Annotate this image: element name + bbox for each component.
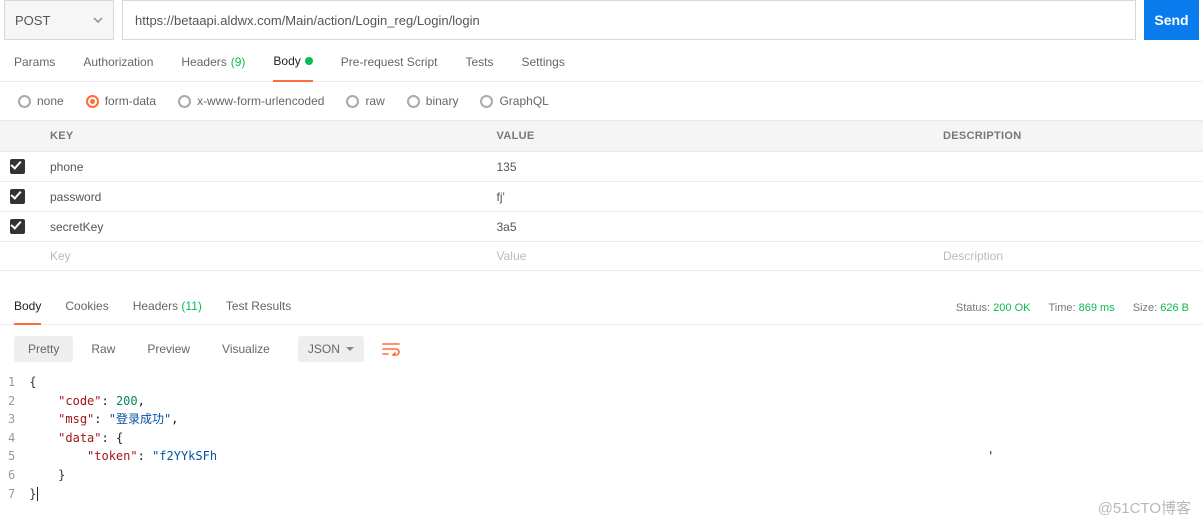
checkbox-icon[interactable]: [10, 219, 25, 234]
cell-desc[interactable]: [933, 182, 1203, 211]
chevron-down-icon: [93, 17, 103, 23]
checkbox-icon[interactable]: [10, 189, 25, 204]
radio-graphql[interactable]: GraphQL: [480, 94, 548, 108]
response-body[interactable]: 1234567 { "code": 200, "msg": "登录成功", "d…: [0, 373, 1203, 503]
cell-desc[interactable]: [933, 152, 1203, 181]
cell-key[interactable]: phone: [40, 152, 487, 181]
view-preview[interactable]: Preview: [133, 336, 204, 362]
rtab-test-results[interactable]: Test Results: [226, 299, 291, 324]
cell-key[interactable]: secretKey: [40, 212, 487, 241]
tab-params[interactable]: Params: [14, 54, 55, 81]
rtab-headers[interactable]: Headers (11): [133, 299, 202, 324]
table-row[interactable]: secretKey 3a5: [0, 212, 1203, 242]
col-value: VALUE: [487, 121, 934, 151]
table-row[interactable]: phone 135: [0, 152, 1203, 182]
caret-down-icon: [346, 347, 354, 352]
text-cursor: [37, 487, 38, 501]
radio-form-data[interactable]: form-data: [86, 94, 156, 108]
cell-desc[interactable]: [933, 212, 1203, 241]
url-input[interactable]: https://betaapi.aldwx.com/Main/action/Lo…: [122, 0, 1136, 40]
http-method-label: POST: [15, 13, 50, 28]
cell-value-placeholder[interactable]: Value: [487, 242, 934, 270]
cell-value[interactable]: 135: [487, 152, 934, 181]
view-visualize[interactable]: Visualize: [208, 336, 284, 362]
kv-header: KEY VALUE DESCRIPTION: [0, 120, 1203, 152]
response-tabs: Body Cookies Headers (11) Test Results: [14, 299, 291, 324]
request-tabs: Params Authorization Headers (9) Body Pr…: [0, 40, 1203, 82]
http-method-select[interactable]: POST: [4, 0, 114, 40]
body-type-row: none form-data x-www-form-urlencoded raw…: [0, 82, 1203, 120]
cell-key-placeholder[interactable]: Key: [40, 242, 487, 270]
tab-tests[interactable]: Tests: [465, 54, 493, 81]
checkbox-icon[interactable]: [10, 159, 25, 174]
response-view-row: Pretty Raw Preview Visualize JSON: [0, 325, 1203, 373]
rtab-cookies[interactable]: Cookies: [65, 299, 108, 324]
radio-urlencoded[interactable]: x-www-form-urlencoded: [178, 94, 324, 108]
dot-icon: [305, 57, 313, 65]
line-gutter: 1234567: [8, 373, 29, 503]
size-value: 626 B: [1160, 302, 1189, 314]
cell-value[interactable]: 3a5: [487, 212, 934, 241]
col-key: KEY: [40, 121, 487, 151]
view-raw[interactable]: Raw: [77, 336, 129, 362]
rtab-body[interactable]: Body: [14, 299, 41, 325]
send-button[interactable]: Send: [1144, 0, 1199, 40]
code-content[interactable]: { "code": 200, "msg": "登录成功", "data": { …: [29, 373, 994, 503]
table-row[interactable]: password fj': [0, 182, 1203, 212]
view-pretty[interactable]: Pretty: [14, 336, 73, 362]
col-desc: DESCRIPTION: [933, 121, 1203, 151]
cell-desc-placeholder[interactable]: Description: [933, 242, 1203, 270]
tab-settings[interactable]: Settings: [522, 54, 565, 81]
tab-body[interactable]: Body: [273, 54, 312, 82]
status-value: 200 OK: [993, 302, 1030, 314]
watermark: @51CTO博客: [1098, 497, 1191, 518]
radio-binary[interactable]: binary: [407, 94, 459, 108]
wrap-icon: [382, 342, 400, 356]
radio-raw[interactable]: raw: [346, 94, 384, 108]
cell-value[interactable]: fj': [487, 182, 934, 211]
tab-authorization[interactable]: Authorization: [83, 54, 153, 81]
table-row-empty[interactable]: Key Value Description: [0, 242, 1203, 271]
radio-none[interactable]: none: [18, 94, 64, 108]
cell-key[interactable]: password: [40, 182, 487, 211]
wrap-lines-button[interactable]: [376, 335, 406, 363]
time-value: 869 ms: [1079, 302, 1115, 314]
tab-headers[interactable]: Headers (9): [181, 54, 245, 81]
format-select[interactable]: JSON: [298, 336, 364, 362]
response-meta: Status: 200 OK Time: 869 ms Size: 626 B: [956, 302, 1189, 322]
tab-prerequest[interactable]: Pre-request Script: [341, 54, 438, 81]
